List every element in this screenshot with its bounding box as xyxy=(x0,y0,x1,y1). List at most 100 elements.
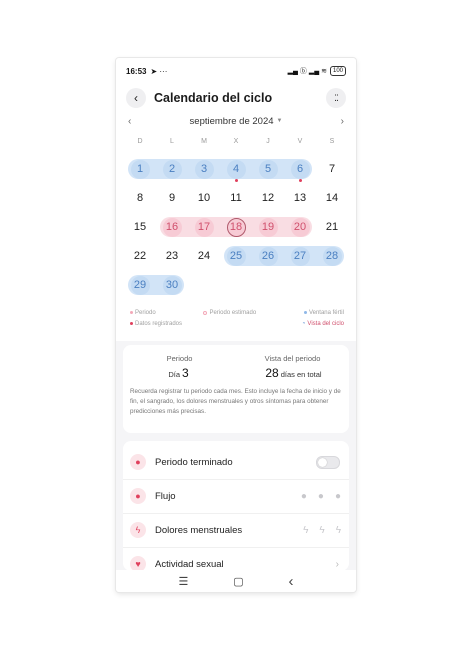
calendar-day[interactable]: 25 xyxy=(220,245,252,267)
calendar-day[interactable]: 11 xyxy=(220,187,252,209)
status-left-icons: ➤ ··· xyxy=(150,66,168,76)
home-icon[interactable]: ▢ xyxy=(233,575,243,588)
legend-vista: Vista del ciclo xyxy=(307,320,344,327)
lightning-icon: ϟ xyxy=(130,522,146,538)
calendar-day[interactable]: 8 xyxy=(124,187,156,209)
drop-icon[interactable]: ● xyxy=(335,491,341,502)
calendar-day[interactable]: 22 xyxy=(124,245,156,267)
legend-datos: Datos registrados xyxy=(135,320,183,327)
drop-icon[interactable]: ● xyxy=(301,491,307,502)
vista-periodo-label: Vista del periodo xyxy=(264,354,321,363)
calendar-day[interactable]: 18 xyxy=(220,216,252,238)
menu-icon[interactable]: ☰ xyxy=(178,575,188,588)
event-actividad[interactable]: ♥ Actividad sexual › xyxy=(123,547,349,571)
calendar-day[interactable]: 13 xyxy=(284,187,316,209)
weekday-label: M xyxy=(201,138,207,145)
back-button[interactable]: ‹ xyxy=(126,88,146,108)
status-bar: 16:53 ➤ ··· ▂▄ ⓑ ▂▄ ≋ 100 xyxy=(126,65,346,77)
lightning-icon[interactable]: ϟ xyxy=(319,525,324,536)
calendar-day[interactable]: 16 xyxy=(156,216,188,238)
weekday-label: J xyxy=(266,138,270,145)
grid-dots-icon: ⁚⁚ xyxy=(334,92,339,103)
event-flujo[interactable]: ● Flujo ● ● ● xyxy=(123,479,349,514)
day-number: 24 xyxy=(197,250,211,262)
day-number: 25 xyxy=(226,246,246,266)
calendar-day[interactable]: 9 xyxy=(156,187,188,209)
day-number: 29 xyxy=(130,275,150,295)
cycle-view-link[interactable]: ◔ Vista del ciclo xyxy=(302,321,344,327)
calendar-day[interactable]: 10 xyxy=(188,187,220,209)
cycle-icon: ◔ xyxy=(301,320,306,327)
back-nav-icon[interactable]: ‹ xyxy=(289,573,294,590)
calendar-day[interactable]: 15 xyxy=(124,216,156,238)
day-number: 30 xyxy=(162,275,182,295)
day-number: 4 xyxy=(226,159,246,179)
calendar-day[interactable]: 17 xyxy=(188,216,220,238)
day-number: 6 xyxy=(290,159,310,179)
event-periodo-terminado[interactable]: ● Periodo terminado xyxy=(123,445,349,480)
day-number: 27 xyxy=(290,246,310,266)
drop-icon: ● xyxy=(130,488,146,504)
drop-icon[interactable]: ● xyxy=(318,491,324,502)
fertile-dot-icon xyxy=(303,311,307,314)
day-number: 7 xyxy=(328,163,336,175)
weekday-label: V xyxy=(297,138,303,145)
calendar-day[interactable]: 12 xyxy=(252,187,284,209)
dia-prefix: Día xyxy=(168,370,180,379)
calendar-day[interactable]: 7 xyxy=(316,158,348,180)
day-number: 20 xyxy=(290,217,310,237)
legend-estimado: Periodo estimado xyxy=(209,309,257,316)
lightning-icon[interactable]: ϟ xyxy=(303,525,308,536)
event-label: Dolores menstruales xyxy=(155,524,243,536)
calendar-day[interactable]: 5 xyxy=(252,158,284,180)
lightning-icon[interactable]: ϟ xyxy=(336,525,341,536)
day-number: 13 xyxy=(293,192,307,204)
calendar-day[interactable]: 2 xyxy=(156,158,188,180)
reminder-text: Recuerda registrar tu periodo cada mes. … xyxy=(130,388,341,415)
day-number: 1 xyxy=(130,159,150,179)
signal-icons: ▂▄ ⓑ ▂▄ ≋ xyxy=(287,68,327,75)
calendar-day[interactable]: 26 xyxy=(252,245,284,267)
calendar-day[interactable]: 6 xyxy=(284,158,316,182)
day-number: 9 xyxy=(168,192,176,204)
event-label: Actividad sexual xyxy=(155,558,224,570)
status-time: 16:53 xyxy=(126,66,147,76)
caret-down-icon[interactable]: ▼ xyxy=(277,118,283,124)
pain-levels[interactable]: ϟϟϟ xyxy=(303,525,341,536)
day-number: 23 xyxy=(165,250,179,262)
event-dolores[interactable]: ϟ Dolores menstruales ϟϟϟ xyxy=(123,513,349,548)
calendar-day[interactable]: 29 xyxy=(124,274,156,296)
weekday-label: D xyxy=(137,138,143,145)
day-number: 21 xyxy=(325,221,339,233)
calendar-day[interactable]: 28 xyxy=(316,245,348,267)
log-card: ● Periodo terminado ● Flujo ● ● ● ϟ Dolore… xyxy=(123,441,349,571)
calendar-day[interactable]: 19 xyxy=(252,216,284,238)
calendar-day[interactable]: 20 xyxy=(284,216,316,238)
calendar-day[interactable]: 27 xyxy=(284,245,316,267)
day-number: 22 xyxy=(133,250,147,262)
day-number: 16 xyxy=(162,217,182,237)
calendar-day[interactable]: 23 xyxy=(156,245,188,267)
options-button[interactable]: ⁚⁚ xyxy=(326,88,346,108)
calendar-day[interactable]: 3 xyxy=(188,158,220,180)
flow-levels[interactable]: ● ● ● xyxy=(301,491,341,502)
month-label[interactable]: septiembre de 2024 xyxy=(190,116,274,127)
legend-fertil: Ventana fértil xyxy=(308,309,344,316)
period-dot-icon xyxy=(130,311,133,314)
calendar-day[interactable]: 14 xyxy=(316,187,348,209)
estimated-dot-icon xyxy=(203,310,208,315)
calendar-day[interactable]: 1 xyxy=(124,158,156,180)
day-number: 17 xyxy=(194,217,214,237)
day-number: 18 xyxy=(226,217,246,237)
calendar-day[interactable]: 21 xyxy=(316,216,348,238)
prev-month-icon[interactable]: ‹ xyxy=(128,116,131,127)
chevron-right-icon[interactable]: › xyxy=(336,559,339,570)
chevron-left-icon: ‹ xyxy=(134,91,138,105)
logged-dot-icon xyxy=(130,322,133,325)
logged-data-dot xyxy=(298,179,302,182)
calendar-day[interactable]: 4 xyxy=(220,158,252,182)
next-month-icon[interactable]: › xyxy=(341,116,344,127)
periodo-terminado-toggle[interactable] xyxy=(316,455,340,469)
calendar-day[interactable]: 24 xyxy=(188,245,220,267)
calendar-day[interactable]: 30 xyxy=(156,274,188,296)
